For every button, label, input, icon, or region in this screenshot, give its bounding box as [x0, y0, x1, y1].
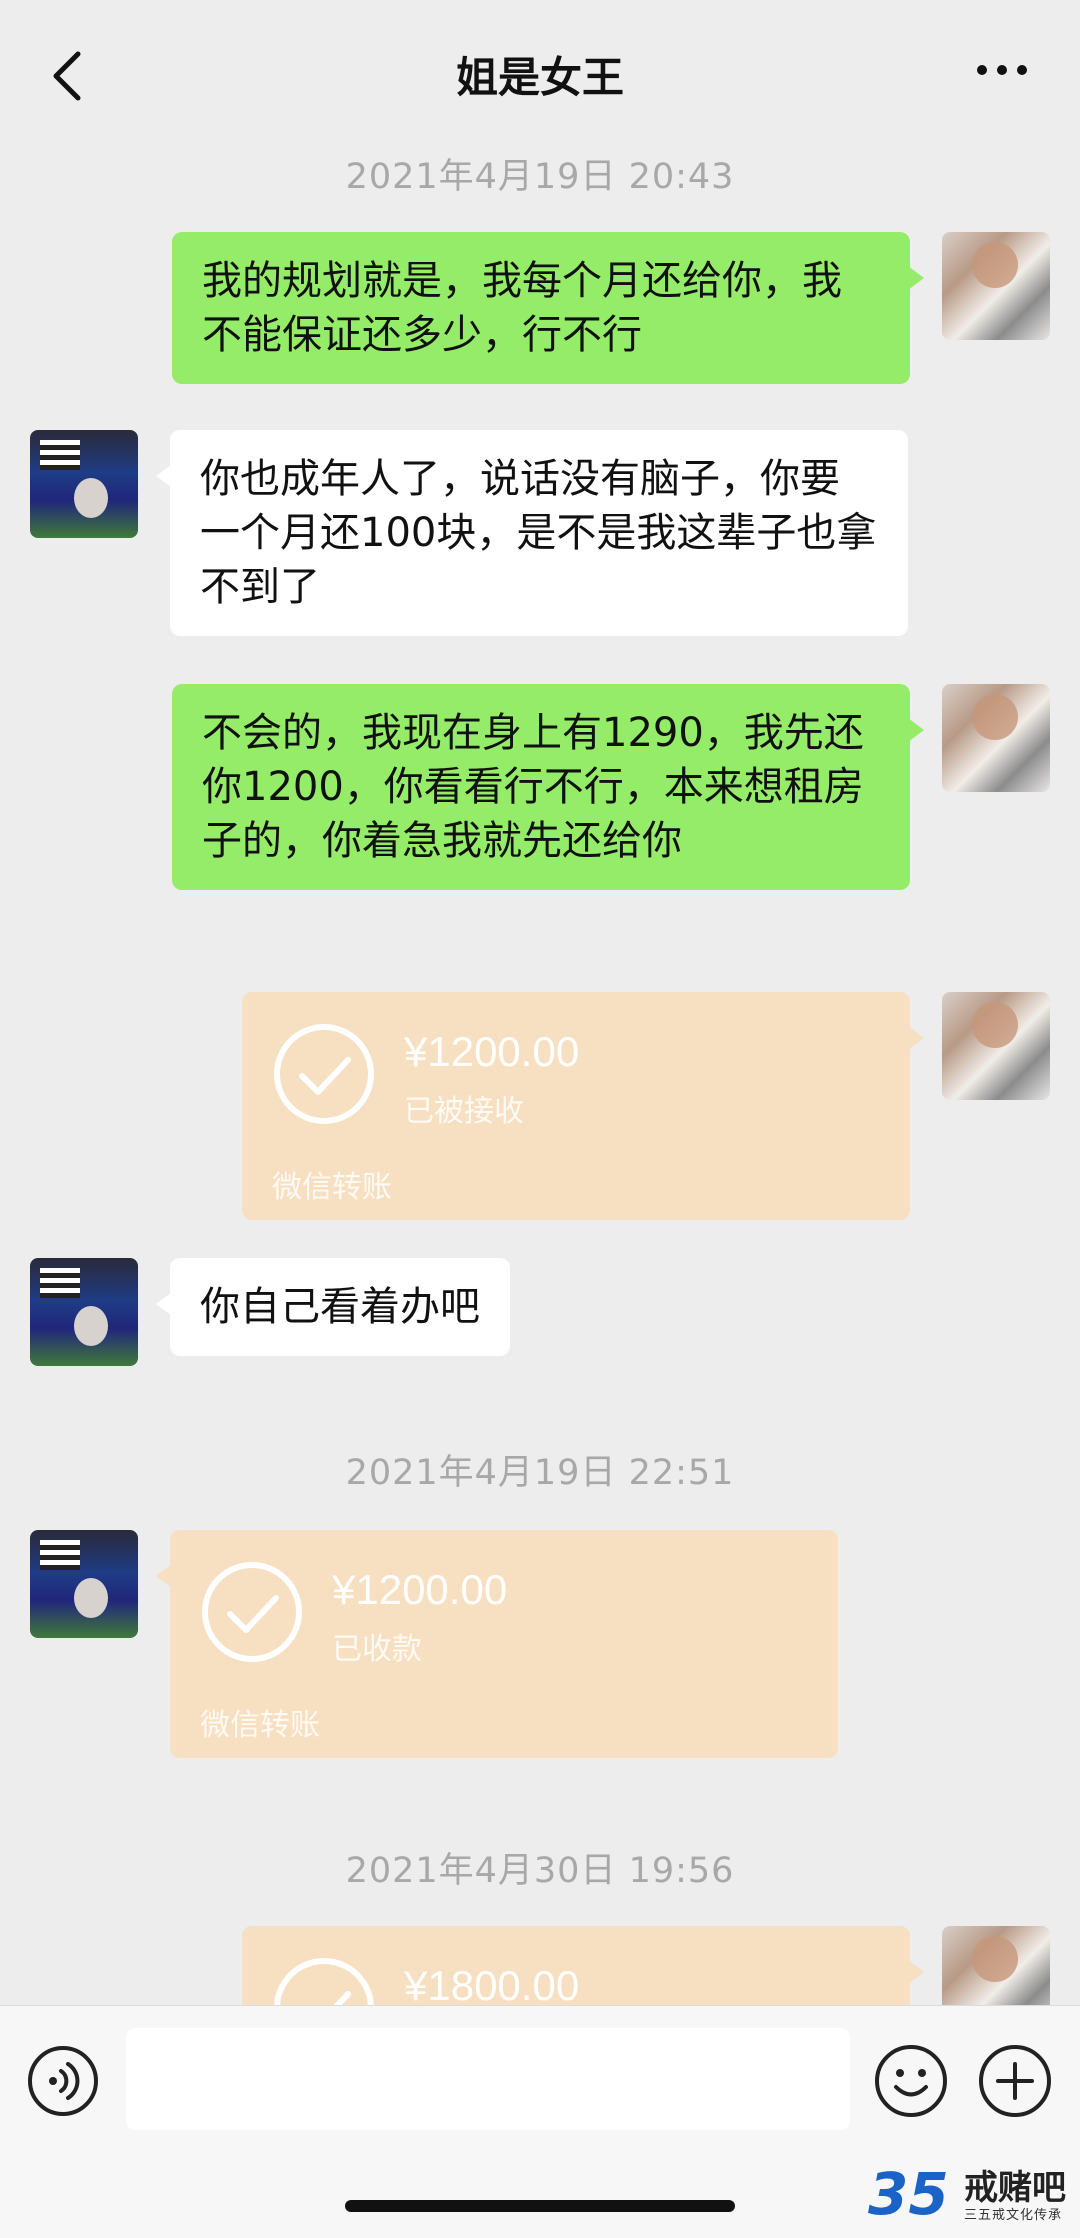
home-indicator	[345, 2200, 735, 2212]
my-avatar[interactable]	[942, 992, 1050, 1100]
contact-message-bubble[interactable]: 你也成年人了，说话没有脑子，你要一个月还100块，是不是我这辈子也拿不到了	[156, 430, 908, 636]
watermark-number: 35	[868, 2160, 949, 2228]
contact-message-bubble[interactable]: 你自己看着办吧	[156, 1258, 510, 1356]
my-message-bubble[interactable]: 不会的，我现在身上有1290，我先还你1200，你看看行不行，本来想租房子的，你…	[172, 684, 924, 890]
my-message-bubble[interactable]: 我的规划就是，我每个月还给你，我不能保证还多少，行不行	[172, 232, 924, 384]
timestamp: 2021年4月19日 22:51	[345, 1453, 735, 1493]
transfer-status: 已被接收	[404, 1094, 524, 1129]
timestamp: 2021年4月19日 20:43	[345, 157, 735, 197]
more-dots-icon[interactable]	[976, 60, 1028, 80]
message-text: 我的规划就是，我每个月还给你，我不能保证还多少，行不行	[202, 258, 842, 358]
emoji-icon[interactable]	[872, 2042, 950, 2120]
message-text: 你自己看着办吧	[200, 1284, 480, 1330]
contact-avatar[interactable]	[30, 1258, 138, 1366]
watermark-logo: 35 戒赌吧 三五戒文化传承	[868, 2160, 1080, 2232]
message-input[interactable]	[126, 2028, 850, 2130]
transfer-card[interactable]: ¥1200.00 已收款 微信转账	[156, 1530, 838, 1758]
transfer-status: 已收款	[332, 1632, 422, 1667]
my-avatar[interactable]	[942, 1926, 1050, 2005]
timestamp: 2021年4月30日 19:56	[345, 1851, 735, 1891]
transfer-amount: ¥1800.00	[404, 1962, 580, 2005]
navigation-bar: 姐是女王	[0, 0, 1080, 150]
my-avatar[interactable]	[942, 684, 1050, 792]
chat-area[interactable]: 2021年4月19日 20:43 我的规划就是，我每个月还给你，我不能保证还多少…	[0, 0, 1080, 2005]
transfer-card[interactable]: ¥1200.00 已被接收 微信转账	[242, 992, 924, 1220]
transfer-card[interactable]: ¥1800.00	[242, 1926, 924, 2005]
transfer-amount: ¥1200.00	[332, 1566, 508, 1613]
transfer-amount: ¥1200.00	[404, 1028, 580, 1075]
voice-icon[interactable]	[26, 2044, 100, 2118]
watermark-subtitle: 三五戒文化传承	[964, 2208, 1063, 2223]
transfer-label: 微信转账	[272, 1170, 392, 1205]
watermark-name: 戒赌吧	[964, 2168, 1066, 2208]
contact-avatar[interactable]	[30, 430, 138, 538]
chat-title: 姐是女王	[455, 53, 624, 102]
message-text: 你也成年人了，说话没有脑子，你要一个月还100块，是不是我这辈子也拿不到了	[200, 456, 877, 610]
my-avatar[interactable]	[942, 232, 1050, 340]
message-text: 不会的，我现在身上有1290，我先还你1200，你看看行不行，本来想租房子的，你…	[202, 710, 864, 864]
check-circle-icon	[274, 1958, 374, 2005]
check-circle-icon	[202, 1562, 302, 1662]
plus-icon[interactable]	[976, 2042, 1054, 2120]
contact-avatar[interactable]	[30, 1530, 138, 1638]
transfer-label: 微信转账	[200, 1708, 320, 1743]
check-circle-icon	[274, 1024, 374, 1124]
